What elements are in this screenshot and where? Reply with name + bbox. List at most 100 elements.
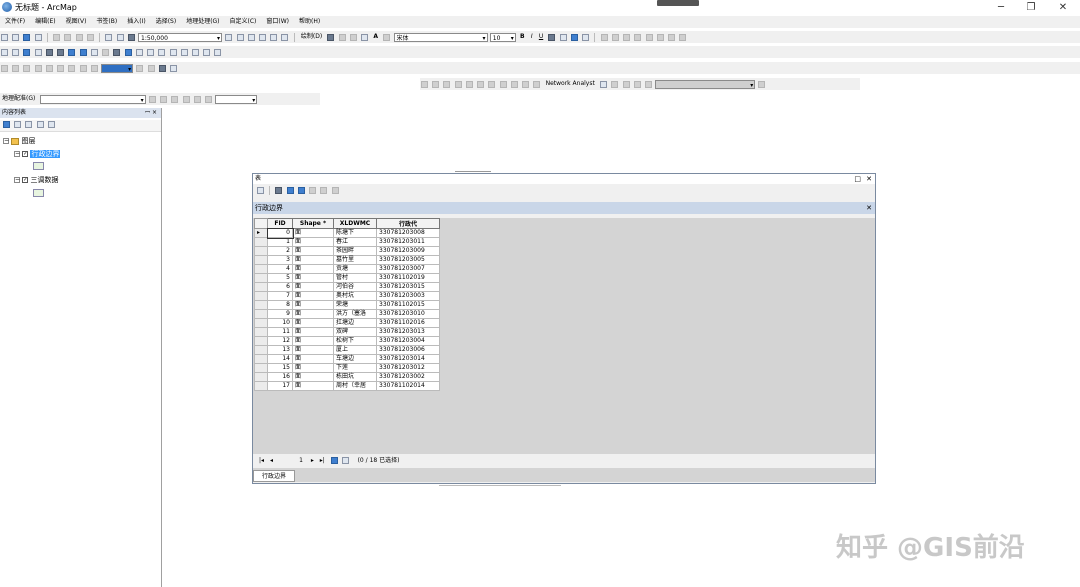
catalog-icon[interactable] xyxy=(247,33,255,41)
georef-view-table-icon[interactable] xyxy=(193,95,201,103)
scale-combo[interactable]: 1:50,000 xyxy=(138,32,223,43)
parcel-icon[interactable] xyxy=(432,80,440,88)
table-cell[interactable]: 面 xyxy=(292,291,334,301)
editor-toolbar-icon[interactable] xyxy=(225,33,233,41)
add-data-icon[interactable] xyxy=(127,33,135,41)
layout-draft-icon[interactable] xyxy=(158,64,166,72)
layer-visibility-checkbox[interactable]: ✓ xyxy=(22,177,29,183)
table-row[interactable]: 8 面荣塘 330781102015 xyxy=(254,300,440,310)
table-row[interactable]: 13 面厦上 330781203006 xyxy=(254,345,440,355)
table-cell[interactable]: 春江 xyxy=(333,237,377,247)
georeferencing-menu[interactable]: 地理配准(G) xyxy=(2,95,35,102)
table-cell[interactable]: 面 xyxy=(292,354,334,364)
topology-validate-icon[interactable] xyxy=(465,80,473,88)
table-cell[interactable]: 14 xyxy=(267,354,293,364)
table-cell[interactable]: 12 xyxy=(267,336,293,346)
create-features-icon[interactable] xyxy=(679,33,687,41)
table-cell[interactable]: 面 xyxy=(292,336,334,346)
related-tables-icon[interactable] xyxy=(275,187,283,194)
menu-item[interactable]: 自定义(C) xyxy=(225,16,262,28)
table-cell[interactable]: 下莲 xyxy=(333,363,377,373)
fill-color-icon[interactable] xyxy=(559,33,567,41)
table-cell[interactable]: 330781203010 xyxy=(376,309,440,319)
table-cell[interactable]: 13 xyxy=(267,345,293,355)
row-selector[interactable] xyxy=(254,354,268,364)
table-row[interactable]: 6 面河伯谷 330781203015 xyxy=(254,282,440,292)
previous-record-button[interactable]: ◂ xyxy=(270,457,273,464)
menu-item[interactable]: 文件(F) xyxy=(0,16,30,28)
row-selector[interactable] xyxy=(254,282,268,292)
row-selector[interactable] xyxy=(254,237,268,247)
font-size-combo[interactable]: 10 xyxy=(489,32,516,43)
collapse-icon[interactable]: − xyxy=(14,151,20,157)
table-cell[interactable]: 厦上 xyxy=(333,345,377,355)
layout-forward-icon[interactable] xyxy=(79,64,87,72)
table-cell[interactable]: 河伯谷 xyxy=(333,282,377,292)
table-layer-tab[interactable]: 行政边界 ✕ xyxy=(253,202,875,214)
save-icon[interactable] xyxy=(23,33,31,41)
copy-icon[interactable] xyxy=(64,33,72,41)
table-cell[interactable]: 面 xyxy=(292,246,334,256)
toc-options-icon[interactable] xyxy=(47,120,55,128)
clear-selection-icon[interactable] xyxy=(102,48,110,56)
select-features-icon[interactable] xyxy=(90,48,98,56)
list-by-drawing-order-icon[interactable] xyxy=(3,120,10,128)
row-selector[interactable] xyxy=(254,300,268,310)
table-cell[interactable]: 330781102014 xyxy=(376,381,440,391)
table-row[interactable]: 2 面茶园畔 330781203009 xyxy=(254,246,440,256)
table-cell[interactable]: 17 xyxy=(267,381,293,391)
rotate-feature-icon[interactable] xyxy=(645,33,653,41)
network-properties-icon[interactable] xyxy=(758,80,766,88)
menu-item[interactable]: 窗口(W) xyxy=(261,16,294,28)
row-selector[interactable] xyxy=(254,246,268,256)
table-cell[interactable]: 330781203006 xyxy=(376,345,440,355)
georef-shift-icon[interactable] xyxy=(160,95,168,103)
table-cell[interactable]: 松树下 xyxy=(333,336,377,346)
list-by-visibility-icon[interactable] xyxy=(25,120,33,128)
layout-back-icon[interactable] xyxy=(68,64,76,72)
table-options-icon[interactable] xyxy=(257,187,264,194)
text-tool[interactable]: A xyxy=(373,33,378,40)
layout-focus-icon[interactable] xyxy=(90,64,98,72)
open-icon[interactable] xyxy=(12,33,20,41)
row-selector[interactable] xyxy=(254,264,268,274)
table-cell[interactable]: 6 xyxy=(267,282,293,292)
fixed-zoom-in-icon[interactable] xyxy=(45,48,53,56)
layout-pan-icon[interactable] xyxy=(34,64,42,72)
advanced-smooth-icon[interactable] xyxy=(533,80,541,88)
layer-node-boundary[interactable]: − ✓ 行政边界 xyxy=(14,149,61,159)
georef-transparency-combo[interactable] xyxy=(215,94,258,105)
table-cell[interactable]: 330781203009 xyxy=(376,246,440,256)
row-selector[interactable] xyxy=(254,381,268,391)
show-all-records-icon[interactable] xyxy=(330,457,338,464)
row-selector[interactable] xyxy=(254,255,268,265)
arctoolbox-icon[interactable] xyxy=(270,33,278,41)
menu-item[interactable]: 帮助(H) xyxy=(294,16,325,28)
full-extent-icon[interactable] xyxy=(34,48,42,56)
bold-button[interactable]: B xyxy=(520,33,525,40)
record-index-field[interactable]: 1 xyxy=(275,454,303,468)
redo-icon[interactable] xyxy=(116,33,124,41)
advanced-edit-icon[interactable] xyxy=(488,80,496,88)
table-row[interactable]: 16 面栋田坑 330781203002 xyxy=(254,372,440,382)
select-elements-arrow-icon[interactable] xyxy=(113,48,121,56)
table-cell[interactable]: 330781203004 xyxy=(376,336,440,346)
font-name-combo[interactable]: 宋体 xyxy=(393,32,488,43)
rectangle-icon[interactable] xyxy=(361,33,369,41)
find-route-icon[interactable] xyxy=(180,48,188,56)
row-selector[interactable]: ▸ xyxy=(254,228,268,238)
marker-color-icon[interactable] xyxy=(582,33,590,41)
undo-icon[interactable] xyxy=(105,33,113,41)
sketch-properties-icon[interactable] xyxy=(668,33,676,41)
table-cell[interactable]: 7 xyxy=(267,291,293,301)
close-tab-icon[interactable]: ✕ xyxy=(866,202,872,214)
menu-item[interactable]: 选择(S) xyxy=(151,16,182,28)
topology-edit-icon[interactable] xyxy=(454,80,462,88)
network-directions-icon[interactable] xyxy=(633,80,641,88)
menu-item[interactable]: 编辑(E) xyxy=(30,16,60,28)
table-row[interactable]: 7 面奥村坑 330781203003 xyxy=(254,291,440,301)
column-header[interactable]: XLDWMC xyxy=(333,218,377,229)
table-cell[interactable]: 荣塘 xyxy=(333,300,377,310)
new-document-icon[interactable] xyxy=(1,33,8,41)
select-by-attributes-icon[interactable] xyxy=(286,187,294,194)
